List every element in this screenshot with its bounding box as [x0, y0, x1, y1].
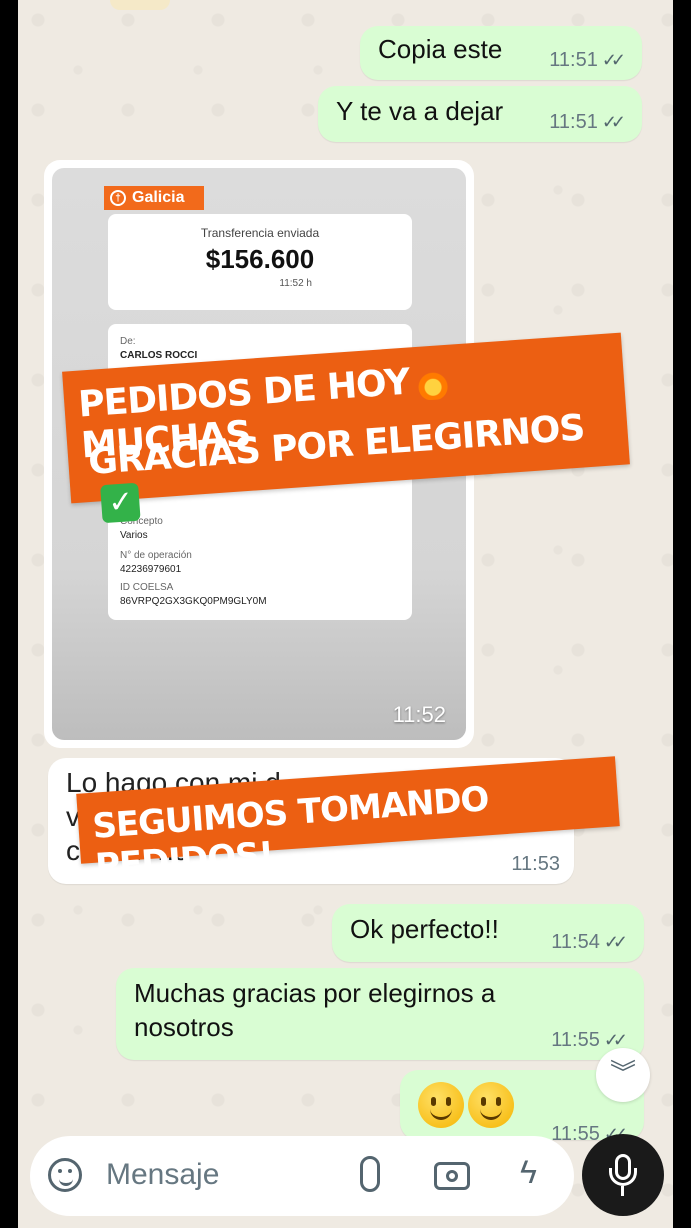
message-bubble[interactable]: Y te va a dejar 11:51 ✓✓ [318, 86, 642, 142]
bank-name: Galicia [132, 189, 185, 206]
message-input[interactable]: Mensaje [106, 1158, 219, 1192]
amount-card: Transferencia enviada $156.600 11:52 h [108, 214, 412, 310]
microphone-leg [621, 1186, 624, 1196]
message-time: 11:55 [551, 1029, 600, 1051]
transfer-title: Transferencia enviada [200, 226, 320, 240]
smiley-emoji-icon [418, 1082, 464, 1128]
chevron-double-down-icon: ︾ [609, 1058, 636, 1088]
coelsa-label: ID COELSA [120, 582, 174, 593]
concept-value: Varios [120, 530, 148, 541]
message-time: 11:54 [551, 931, 600, 953]
emoji-message [418, 1082, 518, 1138]
camera-icon[interactable] [434, 1162, 470, 1190]
message-text: Copia este [378, 34, 503, 64]
message-composer[interactable]: Mensaje ϟ [30, 1136, 574, 1216]
from-label: De: [120, 336, 136, 347]
scroll-down-button[interactable]: ︾ [596, 1048, 650, 1102]
message-text: Ok perfecto!! [350, 914, 499, 944]
message-time: 11:51 [549, 111, 598, 133]
message-meta: 11:54 ✓✓ [551, 931, 628, 954]
quick-reply-icon[interactable]: ϟ [520, 1154, 537, 1191]
check-mark-emoji-icon: ✓ [100, 482, 141, 524]
operation-value: 42236979601 [120, 564, 182, 575]
voice-record-button[interactable] [582, 1134, 664, 1216]
operation-label: N° de operación [120, 550, 192, 561]
fire-emoji-icon [416, 362, 449, 401]
sticker-icon[interactable] [48, 1158, 82, 1192]
bank-logo: † Galicia [104, 186, 204, 210]
galicia-logo-icon: † [110, 190, 126, 206]
message-time: 11:51 [549, 49, 598, 71]
message-bubble[interactable]: Ok perfecto!! 11:54 ✓✓ [332, 904, 644, 962]
from-name: CARLOS ROCCI [120, 350, 198, 361]
message-bubble[interactable]: Copia este 11:51 ✓✓ [360, 26, 642, 80]
read-ticks-icon: ✓✓ [601, 50, 626, 70]
read-ticks-icon: ✓✓ [603, 932, 628, 952]
microphone-stand [609, 1168, 637, 1186]
transfer-amount: $156.600 [205, 244, 315, 274]
message-meta: 11:51 ✓✓ [549, 111, 626, 134]
top-avatar-edge [110, 0, 170, 10]
coelsa-value: 86VRPQ2GX3GKQ0PM9GLY0M [120, 596, 267, 607]
message-meta: 11:51 ✓✓ [549, 49, 626, 72]
transfer-time: 11:52 h [279, 278, 312, 289]
message-bubble[interactable]: Muchas gracias por elegirnos a nosotros … [116, 968, 644, 1060]
smiley-emoji-icon [468, 1082, 514, 1128]
read-ticks-icon: ✓✓ [601, 112, 626, 132]
image-time: 11:52 [392, 702, 446, 727]
message-time: 11:55 [551, 1123, 600, 1145]
message-text: Muchas gracias por elegirnos a nosotros [134, 978, 496, 1042]
message-text: Y te va a dejar [336, 96, 504, 126]
attach-icon[interactable] [360, 1156, 380, 1192]
